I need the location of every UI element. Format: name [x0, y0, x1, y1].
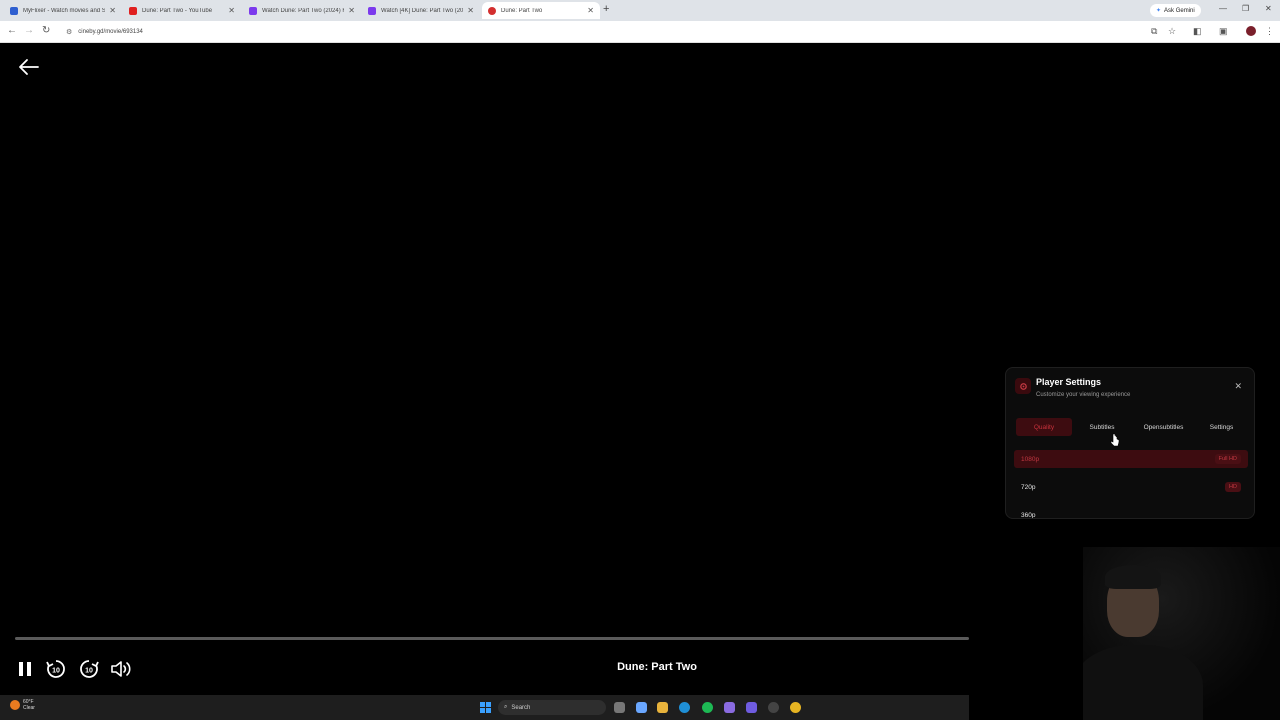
minimize-icon[interactable]: — [1219, 4, 1227, 13]
tab-subtitles[interactable]: Subtitles [1072, 418, 1132, 436]
browser-tab-strip: MyFlixer - Watch movies and S ✕ Dune: Pa… [0, 0, 1280, 21]
more-menu-icon[interactable]: ⋮ [1265, 26, 1274, 37]
back-icon[interactable]: ← [7, 25, 17, 36]
quality-badge: Full HD [1214, 454, 1241, 464]
ask-gemini-button[interactable]: ✦ Ask Gemini [1150, 4, 1201, 17]
tab-favicon-icon [368, 6, 376, 15]
progress-bar[interactable] [15, 637, 969, 640]
obs-icon[interactable] [768, 702, 779, 713]
tab-favicon-icon [249, 6, 257, 15]
browser-tab[interactable]: MyFlixer - Watch movies and S ✕ [4, 2, 122, 19]
tab-title: MyFlixer - Watch movies and S [23, 7, 106, 14]
browser-tab[interactable]: Dune: Part Two - YouTube ✕ [123, 2, 241, 19]
volume-button[interactable] [109, 657, 133, 681]
weather-sun-icon [10, 700, 20, 710]
spotify-icon[interactable] [702, 702, 713, 713]
search-label: Search [511, 704, 531, 711]
webcam-overlay [1083, 547, 1280, 720]
app-grid-icon[interactable] [746, 702, 757, 713]
side-panel-icon[interactable]: ▣ [1219, 26, 1228, 37]
browser-tab-active[interactable]: Dune: Part Two ✕ [482, 2, 600, 19]
gemini-sparkle-icon: ✦ [1156, 8, 1162, 14]
windows-start-icon[interactable] [480, 702, 491, 713]
tab-title: Dune: Part Two - YouTube [142, 7, 213, 14]
player-settings-panel: Player Settings Customize your viewing e… [1005, 367, 1255, 519]
webcam-person-hair [1105, 565, 1161, 589]
new-tab-icon[interactable]: + [603, 3, 609, 15]
webcam-person-body [1083, 645, 1203, 720]
reload-icon[interactable]: ↻ [42, 25, 50, 36]
taskbar-search[interactable]: ⌕ Search [498, 700, 606, 715]
close-window-icon[interactable]: ✕ [1265, 4, 1272, 13]
browser-toolbar: ← → ↻ ⚙ cineby.gd/movie/693134 ⧉ ☆ ◧ ▣ ⋮ [0, 21, 1280, 43]
quality-label: 360p [1021, 511, 1036, 519]
bookmark-star-icon[interactable]: ☆ [1168, 26, 1176, 37]
install-app-icon[interactable]: ⧉ [1151, 26, 1157, 37]
close-icon[interactable]: ✕ [1234, 381, 1242, 392]
rewind-10-icon: 10 [46, 660, 65, 678]
weather-condition: Clear [23, 705, 35, 711]
svg-text:10: 10 [85, 668, 93, 675]
close-tab-icon[interactable]: ✕ [467, 6, 474, 15]
quality-option-1080p[interactable]: 1080p Full HD [1014, 450, 1248, 468]
tab-opensubtitles[interactable]: Opensubtitles [1132, 418, 1195, 436]
chrome-icon[interactable] [790, 702, 801, 713]
settings-title: Player Settings [1036, 377, 1102, 387]
tab-title: Watch Dune: Part Two (2024) Fr [262, 7, 345, 14]
settings-subtitle: Customize your viewing experience [1036, 392, 1131, 398]
tab-title: Dune: Part Two [501, 7, 543, 14]
profile-avatar[interactable] [1246, 26, 1256, 36]
maximize-icon[interactable]: ❐ [1242, 4, 1249, 13]
file-explorer-icon[interactable] [657, 702, 668, 713]
tab-settings[interactable]: Settings [1195, 418, 1248, 436]
close-tab-icon[interactable]: ✕ [228, 6, 235, 15]
site-info-icon[interactable]: ⚙ [66, 28, 72, 36]
tab-favicon-icon [488, 6, 496, 15]
quality-badge: HD [1225, 482, 1241, 492]
windows-taskbar: 60°F Clear ⌕ Search [0, 695, 969, 720]
tab-quality[interactable]: Quality [1016, 418, 1072, 436]
ask-gemini-label: Ask Gemini [1164, 7, 1195, 14]
quality-label: 720p [1021, 483, 1036, 491]
quality-label: 1080p [1021, 455, 1040, 463]
search-icon: ⌕ [504, 704, 508, 710]
mouse-cursor-icon [1110, 433, 1120, 447]
pause-button[interactable] [13, 657, 37, 681]
settings-gear-icon [1015, 378, 1031, 394]
edge-icon[interactable] [679, 702, 690, 713]
copilot-icon[interactable] [636, 702, 647, 713]
close-tab-icon[interactable]: ✕ [587, 6, 594, 15]
quality-option-360p[interactable]: 360p [1014, 506, 1248, 519]
close-tab-icon[interactable]: ✕ [348, 6, 355, 15]
browser-tab[interactable]: Watch Dune: Part Two (2024) Fr ✕ [243, 2, 361, 19]
forward-10-icon: 10 [80, 660, 99, 678]
quality-option-720p[interactable]: 720p HD [1014, 478, 1248, 496]
url-text: cineby.gd/movie/693134 [78, 29, 143, 35]
tab-favicon-icon [129, 6, 137, 15]
rewind-10-button[interactable]: 10 [44, 657, 68, 681]
svg-text:10: 10 [52, 668, 60, 675]
address-bar[interactable]: ⚙ cineby.gd/movie/693134 [60, 24, 1140, 40]
browser-tab[interactable]: Watch [4K] Dune: Part Two (202 ✕ [362, 2, 480, 19]
extensions-icon[interactable]: ◧ [1193, 26, 1202, 37]
forward-icon[interactable]: → [24, 25, 34, 36]
discord-icon[interactable] [724, 702, 735, 713]
volume-icon [111, 661, 131, 677]
weather-widget[interactable]: 60°F Clear [10, 699, 35, 711]
movie-title: Dune: Part Two [617, 661, 697, 673]
tab-favicon-icon [10, 6, 18, 15]
forward-10-button[interactable]: 10 [77, 657, 101, 681]
task-view-icon[interactable] [614, 702, 625, 713]
pause-icon [19, 662, 31, 676]
tab-title: Watch [4K] Dune: Part Two (202 [381, 7, 464, 14]
back-arrow-icon[interactable] [18, 58, 42, 76]
settings-tabs: Quality Subtitles Opensubtitles Settings [1016, 418, 1248, 436]
close-tab-icon[interactable]: ✕ [109, 6, 116, 15]
